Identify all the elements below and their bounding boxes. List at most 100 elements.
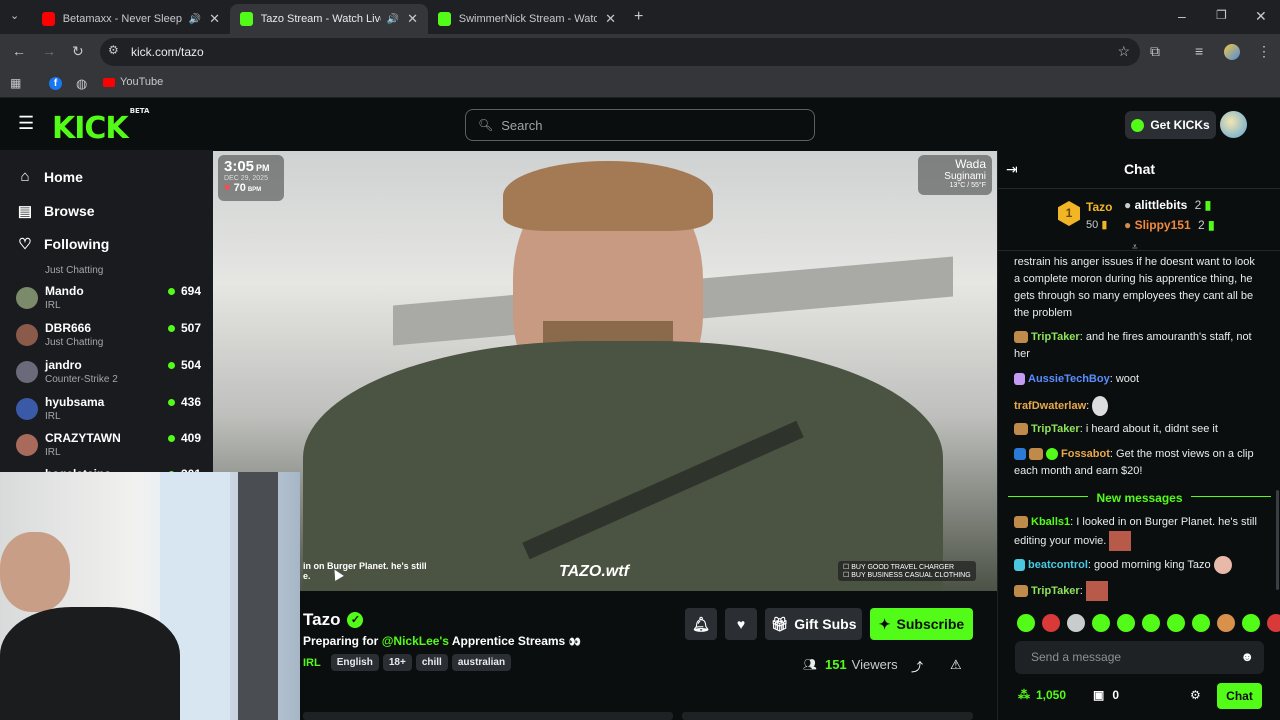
verified-badge-icon	[1046, 448, 1058, 461]
watermark-logo: TAZO.wtf	[559, 563, 629, 580]
minimize-icon[interactable]: –	[1178, 8, 1186, 24]
url-field[interactable]: ⚙ kick.com/tazo ☆	[100, 38, 1140, 66]
time-overlay: 3:05 PM DEC 29, 2025 ♥ 70 BPM	[218, 155, 284, 201]
emote-icon[interactable]	[1092, 614, 1110, 632]
share-icon[interactable]: ⤴	[911, 658, 923, 675]
speaker-icon[interactable]: 🔊	[387, 14, 399, 25]
extensions-icon[interactable]: ⧉	[1150, 43, 1160, 60]
star-icon: ✦	[878, 615, 891, 632]
channel-points[interactable]: ⁂ 1,050	[1018, 688, 1066, 702]
tab-swimmernick[interactable]: SwimmerNick Stream - Watch L ✕	[428, 4, 626, 34]
browser-tab-bar: ⌄ Betamaxx - Never Sleep Ag 🔊 ✕ Tazo Str…	[0, 0, 1280, 34]
gift-icon: 🎁︎	[770, 615, 789, 632]
sidebar-channel-hyubsama[interactable]: hyubsama IRL 436	[16, 395, 201, 431]
stream-title: Preparing for @NickLee's Apprentice Stre…	[303, 634, 582, 648]
nav-browse[interactable]: ▤ Browse	[16, 202, 95, 220]
emote-quick-row	[1017, 614, 1280, 637]
hamburger-menu-icon[interactable]: ☰	[18, 113, 34, 134]
gift-subs-button[interactable]: 🎁︎ Gift Subs	[765, 608, 862, 640]
emote-icon[interactable]	[1017, 614, 1035, 632]
tag-chip[interactable]: English	[330, 654, 379, 671]
report-icon[interactable]: ⚠	[950, 657, 962, 673]
partial-channel-category: Just Chatting	[45, 265, 104, 276]
emote-icon[interactable]	[1042, 614, 1060, 632]
leaderboard-entry[interactable]: ● alittlebits 2 ▮	[1124, 198, 1211, 212]
emote-face-icon	[1213, 556, 1232, 574]
apps-grid-icon[interactable]: ▦	[10, 76, 21, 90]
forward-icon[interactable]: →	[42, 43, 56, 59]
rank-two-badge-icon: ●	[1124, 198, 1132, 212]
tab-tazo[interactable]: Tazo Stream - Watch Live o 🔊 ✕	[230, 4, 428, 34]
url-text: kick.com/tazo	[131, 45, 204, 59]
emoji-picker-icon[interactable]: ☻	[1240, 649, 1254, 664]
get-kicks-button[interactable]: Get KICKs	[1125, 111, 1216, 139]
kick-logo[interactable]: KICK BETA	[52, 107, 149, 146]
leaderboard-top-name[interactable]: Tazo	[1086, 200, 1112, 214]
viewers-icon: 👥︎	[803, 659, 817, 671]
reload-icon[interactable]: ↻	[72, 43, 84, 60]
streamer-hair-shape	[503, 161, 713, 231]
tab-betamaxx[interactable]: Betamaxx - Never Sleep Ag 🔊 ✕	[32, 4, 230, 34]
tag-chip[interactable]: chill	[415, 654, 448, 671]
new-tab-icon[interactable]: +	[634, 8, 643, 26]
search-input[interactable]: 🔍︎ Search	[465, 109, 815, 141]
new-messages-label: New messages	[1088, 491, 1191, 505]
emote-icon[interactable]	[1067, 614, 1085, 632]
back-icon[interactable]: ←	[12, 43, 26, 59]
user-avatar[interactable]	[1220, 111, 1247, 138]
emote-icon[interactable]	[1217, 614, 1235, 632]
webcam-overlay	[0, 472, 300, 720]
kicks-coin-icon	[1131, 118, 1145, 132]
profile-avatar[interactable]	[1224, 44, 1240, 60]
avatar	[16, 324, 38, 346]
search-icon: 🔍︎	[478, 118, 494, 132]
video-player[interactable]: 3:05 PM DEC 29, 2025 ♥ 70 BPM Wada Suginam…	[213, 151, 997, 591]
tab-close-icon[interactable]: ✕	[209, 11, 220, 27]
chat-message: restrain his anger issues if he doesnt w…	[1014, 256, 1255, 319]
leaderboard-entry[interactable]: ● Slippy151 2 ▮	[1124, 218, 1215, 232]
streamer-name[interactable]: Tazo	[303, 610, 340, 630]
gift-icon: ▮	[1101, 219, 1108, 231]
emote-icon[interactable]	[1117, 614, 1135, 632]
bookmark-youtube[interactable]: YouTube	[103, 76, 163, 88]
tab-search-icon[interactable]: ⌄	[10, 9, 19, 22]
speaker-icon[interactable]: 🔊	[189, 14, 201, 25]
chat-message: AussieTechBoy: woot	[1014, 371, 1264, 388]
media-control-icon[interactable]: ≡	[1195, 43, 1203, 59]
globe-icon[interactable]: ◍	[76, 76, 87, 92]
chat-input[interactable]: Send a message ☻	[1015, 641, 1264, 674]
tab-close-icon[interactable]: ✕	[407, 11, 418, 27]
subscribe-button[interactable]: ✦ Subscribe	[870, 608, 973, 640]
notification-bell-button[interactable]: 🔔︎	[685, 608, 717, 640]
chat-scrollbar[interactable]	[1276, 490, 1279, 590]
site-info-icon[interactable]: ⚙	[108, 43, 119, 57]
tag-chip[interactable]: australian	[451, 654, 512, 671]
follow-button[interactable]: ♥	[725, 608, 757, 640]
nav-home[interactable]: ⌂ Home	[16, 168, 82, 185]
kicks-balance[interactable]: ▣ 0	[1093, 688, 1119, 702]
facebook-icon[interactable]: f	[49, 77, 62, 90]
emote-icon[interactable]	[1192, 614, 1210, 632]
nav-following[interactable]: ♡ Following	[16, 235, 109, 253]
tab-close-icon[interactable]: ✕	[605, 11, 616, 27]
settings-gear-icon[interactable]: ⚙	[1190, 688, 1201, 702]
menu-icon[interactable]: ⋮	[1257, 43, 1271, 60]
emote-icon[interactable]	[1267, 614, 1280, 632]
bot-badge-icon	[1014, 448, 1026, 461]
sidebar-channel-crazytawn[interactable]: CRAZYTAWN IRL 409	[16, 431, 201, 467]
emote-icon[interactable]	[1242, 614, 1260, 632]
chat-message: TripTaker:	[1014, 581, 1264, 601]
sidebar-channel-dbr666[interactable]: DBR666 Just Chatting 507	[16, 321, 201, 357]
sidebar-channel-jandro[interactable]: jandro Counter-Strike 2 504	[16, 358, 201, 394]
emote-icon[interactable]	[1167, 614, 1185, 632]
tag-chip[interactable]: 18+	[382, 654, 412, 671]
sidebar-channel-mando[interactable]: Mando IRL 694	[16, 284, 201, 320]
send-chat-button[interactable]: Chat	[1217, 683, 1262, 709]
maximize-icon[interactable]: ❐	[1216, 8, 1227, 22]
site-header: ☰ KICK BETA 🔍︎ Search Get KICKs	[0, 98, 1280, 150]
category-link[interactable]: IRL	[303, 657, 321, 669]
bookmark-star-icon[interactable]: ☆	[1117, 43, 1130, 60]
window-close-icon[interactable]: ✕	[1255, 8, 1267, 25]
emote-icon[interactable]	[1142, 614, 1160, 632]
expand-leaderboard-icon[interactable]: ⩡	[1132, 242, 1138, 253]
